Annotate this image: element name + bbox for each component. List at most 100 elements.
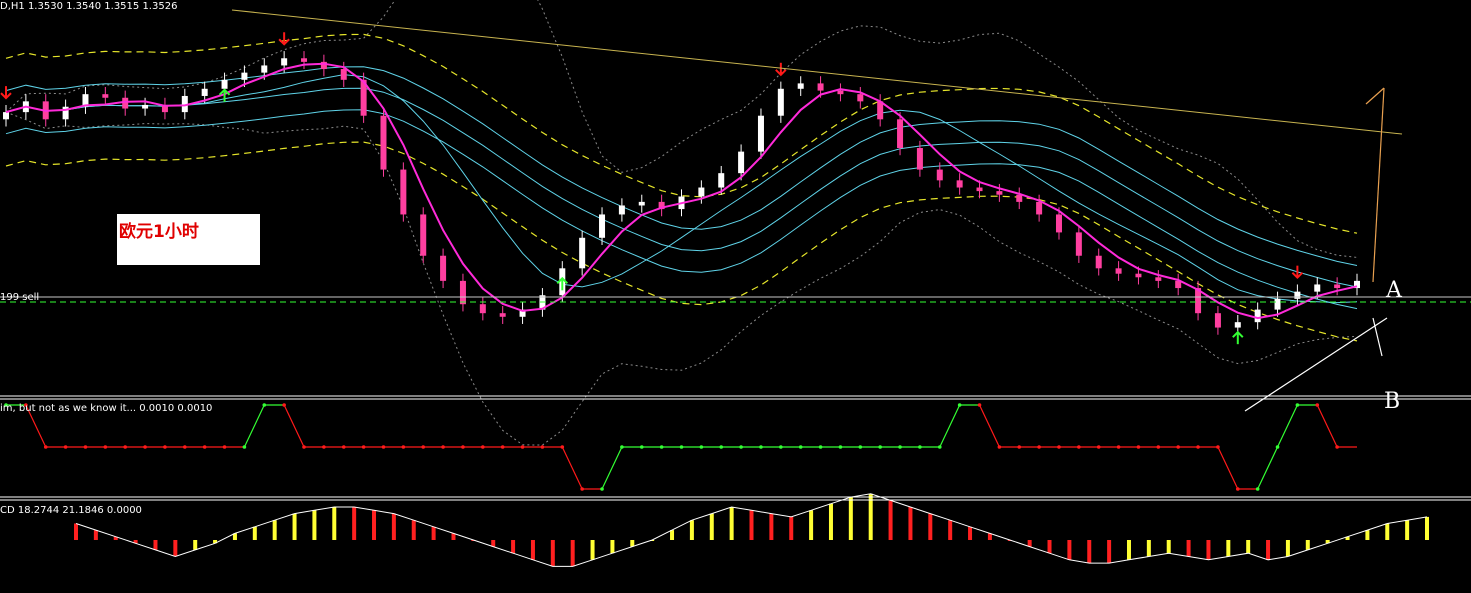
signal-segment bbox=[243, 404, 265, 448]
signal-dot bbox=[481, 445, 485, 449]
histogram-bar bbox=[590, 540, 595, 560]
signal-dot bbox=[143, 445, 147, 449]
candle-body bbox=[261, 65, 268, 73]
histogram-bar bbox=[1365, 530, 1370, 540]
histogram-bar bbox=[332, 507, 337, 540]
signal-dot bbox=[679, 445, 684, 449]
signal-dot bbox=[818, 445, 823, 449]
indicator2-label: CD 18.2744 21.1846 0.0000 bbox=[0, 505, 142, 516]
candle-body bbox=[1055, 214, 1062, 233]
candle-body bbox=[738, 151, 745, 174]
histogram-bar bbox=[1226, 540, 1231, 557]
resistance-trendline bbox=[231, 9, 1403, 135]
signal-dot bbox=[202, 445, 207, 449]
indicator1-label: im, but not as we know it... 0.0010 0.00… bbox=[0, 403, 213, 414]
histogram-bar bbox=[709, 513, 714, 540]
signal-segment bbox=[939, 404, 961, 448]
candle-body bbox=[440, 255, 447, 281]
candle-body bbox=[936, 169, 943, 181]
candle-body bbox=[976, 187, 983, 192]
histogram-bar bbox=[193, 540, 198, 550]
support-trendline bbox=[1244, 317, 1388, 412]
candle-body bbox=[579, 237, 586, 269]
candle-body bbox=[618, 205, 625, 215]
histogram-bar bbox=[292, 513, 297, 540]
signal-dot bbox=[183, 445, 187, 449]
histogram-bar bbox=[1027, 540, 1032, 547]
signal-segment bbox=[1316, 404, 1338, 448]
signal-dot bbox=[341, 445, 346, 449]
signal-segment bbox=[601, 446, 623, 490]
candle-body bbox=[857, 94, 864, 102]
histogram-bar bbox=[1126, 540, 1131, 560]
signal-dot bbox=[1275, 445, 1280, 449]
signal-dot bbox=[580, 487, 584, 491]
candle-body bbox=[3, 112, 9, 120]
signal-dot bbox=[759, 445, 763, 449]
band-gray-lower bbox=[5, 111, 1358, 446]
annotation-box: 欧元1小时 bbox=[117, 214, 260, 265]
signal-dot bbox=[242, 445, 247, 449]
histogram-bar bbox=[93, 530, 98, 540]
histogram-bar bbox=[173, 540, 178, 557]
histogram-bar bbox=[610, 540, 615, 554]
histogram-bar bbox=[749, 510, 754, 540]
signal-dot bbox=[222, 445, 227, 449]
signal-dot bbox=[103, 445, 108, 449]
histogram-bar bbox=[411, 520, 416, 540]
signal-dot bbox=[322, 445, 326, 449]
histogram-bar bbox=[1206, 540, 1211, 560]
signal-segment bbox=[1276, 404, 1298, 448]
histogram-bar bbox=[153, 540, 158, 550]
signal-dot bbox=[1077, 445, 1081, 449]
histogram-bar bbox=[1305, 540, 1310, 550]
signal-segment bbox=[283, 404, 305, 448]
histogram-bar bbox=[908, 507, 913, 540]
candle-body bbox=[599, 214, 606, 238]
signal-dot bbox=[1255, 487, 1260, 491]
signal-dot bbox=[957, 403, 962, 407]
candle-body bbox=[122, 97, 129, 109]
signal-dot bbox=[798, 445, 803, 449]
candle-body bbox=[996, 191, 1003, 195]
histogram-bar bbox=[1246, 540, 1251, 554]
candle-body bbox=[1294, 291, 1301, 299]
signal-segment bbox=[561, 446, 583, 490]
candle-body bbox=[301, 58, 308, 62]
signal-dot bbox=[600, 487, 604, 491]
candle-body bbox=[380, 115, 387, 170]
signal-dot bbox=[262, 403, 267, 407]
candle-body bbox=[201, 88, 208, 96]
histogram-bar bbox=[848, 497, 853, 540]
histogram-bar bbox=[431, 526, 436, 540]
signal-dot bbox=[1037, 445, 1041, 449]
histogram-bar bbox=[809, 510, 814, 540]
candle-body bbox=[638, 201, 645, 206]
signal-dot bbox=[918, 445, 922, 449]
histogram-bar bbox=[1425, 516, 1429, 540]
signal-dot bbox=[1196, 445, 1200, 449]
signal-dot bbox=[699, 445, 704, 449]
signal-segment bbox=[1257, 446, 1279, 490]
candle-body bbox=[1254, 309, 1261, 323]
candle-body bbox=[797, 83, 804, 89]
candle-body bbox=[241, 72, 248, 80]
signal-dot bbox=[461, 445, 465, 449]
histogram-bar bbox=[1067, 540, 1072, 560]
histogram-bar bbox=[352, 507, 357, 540]
signal-dot bbox=[123, 445, 128, 449]
candle-body bbox=[102, 94, 109, 98]
signal-dot bbox=[1315, 403, 1320, 407]
histogram-bar bbox=[1285, 540, 1290, 557]
histogram-bar bbox=[1087, 540, 1092, 564]
histogram-bar bbox=[252, 526, 257, 540]
histogram-bar bbox=[789, 516, 794, 540]
histogram-bar bbox=[968, 526, 973, 540]
signal-dot bbox=[441, 445, 445, 449]
signal-dot bbox=[401, 445, 406, 449]
signal-dot bbox=[282, 403, 286, 407]
histogram-bar bbox=[1405, 520, 1410, 540]
histogram-bar bbox=[689, 520, 694, 540]
signal-dot bbox=[83, 445, 88, 449]
candle-body bbox=[1075, 232, 1082, 256]
